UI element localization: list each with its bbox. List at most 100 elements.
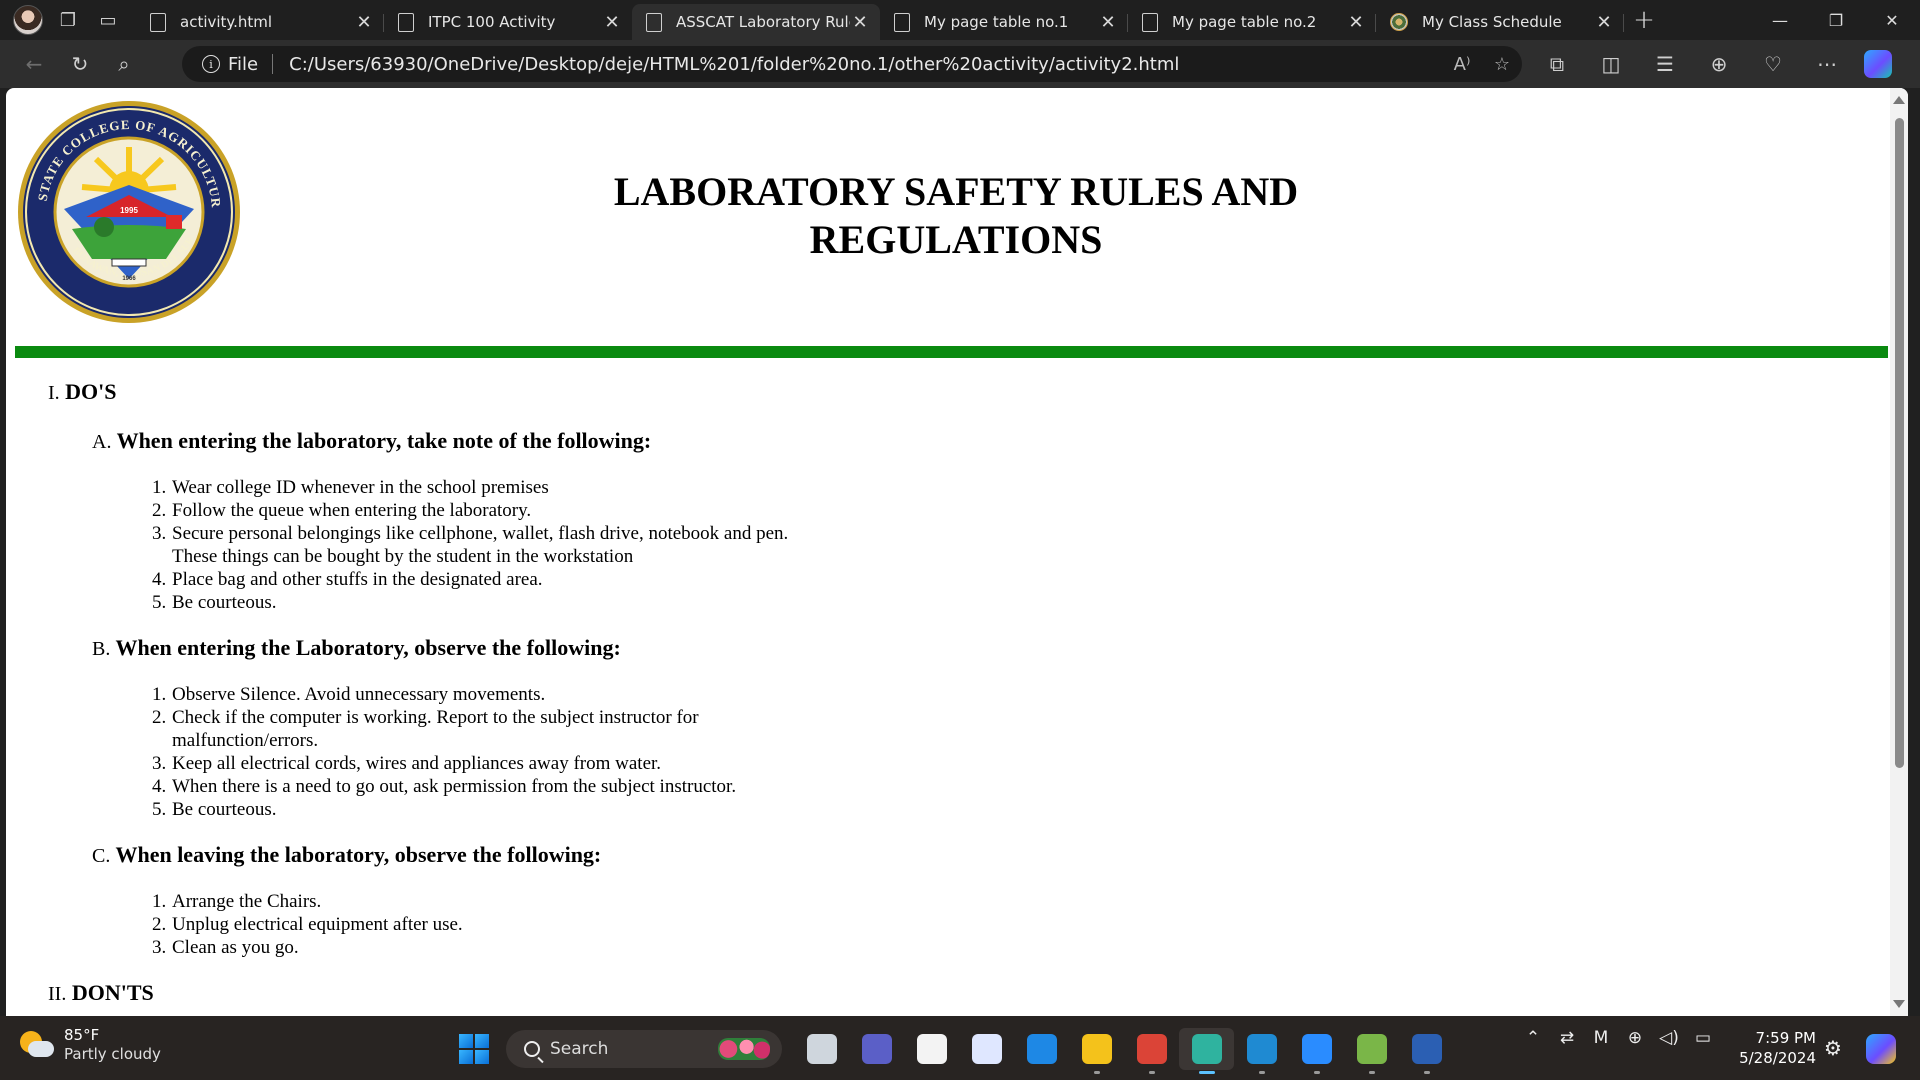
close-tab-icon[interactable]: ✕ — [1098, 12, 1118, 33]
chrome-icon — [1136, 1034, 1167, 1064]
section-heading: C. When leaving the laboratory, observe … — [92, 841, 1348, 870]
store-app[interactable] — [904, 1028, 959, 1070]
extensions-icon[interactable]: ⧉ — [1530, 44, 1584, 84]
close-tab-icon[interactable]: ✕ — [602, 12, 622, 33]
page-viewport: STATE COLLEGE OF AGRICULTURE BUNAWAN, AG… — [6, 88, 1908, 1016]
rule-number: 3. — [152, 523, 167, 544]
workspaces-icon[interactable]: ❐ — [48, 0, 88, 40]
rule-item: 1. Observe Silence. Avoid unnecessary mov… — [152, 683, 1348, 706]
word-app[interactable] — [1399, 1028, 1454, 1074]
more-options-icon[interactable]: ⋯ — [1800, 44, 1854, 84]
back-button[interactable]: ← — [12, 44, 56, 84]
rule-item: 3. Secure personal belongings like cellph… — [152, 522, 1348, 568]
rule-text: Keep all electrical cords, wires and app… — [172, 753, 662, 774]
paint-app[interactable] — [1289, 1028, 1344, 1074]
browser-essentials-icon[interactable]: ♡ — [1746, 44, 1800, 84]
collections-icon[interactable]: ⊕ — [1692, 44, 1746, 84]
profile-button[interactable] — [8, 0, 48, 40]
copilot-icon[interactable] — [1864, 50, 1892, 78]
tab-separator — [1623, 14, 1624, 32]
battery-icon[interactable]: ▭ — [1686, 1028, 1720, 1048]
tab-4[interactable]: My page table no.1 ✕ — [880, 4, 1128, 40]
rule-text: Observe Silence. Avoid unnecessary movem… — [172, 684, 546, 705]
pinned-apps — [794, 1028, 1454, 1074]
rule-item: 5. Be courteous. — [152, 591, 1348, 614]
clock-date: 5/28/2024 — [1739, 1049, 1816, 1067]
close-tab-icon[interactable]: ✕ — [1346, 12, 1366, 33]
edge-app[interactable] — [1179, 1028, 1234, 1074]
chrome-app[interactable] — [1124, 1028, 1179, 1074]
vscode-app[interactable] — [1234, 1028, 1289, 1074]
show-hidden-icons-icon[interactable]: ⌃ — [1516, 1028, 1550, 1048]
close-tab-icon[interactable]: ✕ — [1594, 12, 1614, 33]
scrollbar-thumb[interactable] — [1895, 118, 1904, 768]
college-seal-logo: STATE COLLEGE OF AGRICULTURE BUNAWAN, AG… — [16, 99, 240, 323]
file-explorer-app[interactable] — [1069, 1028, 1124, 1074]
running-indicator — [1368, 1071, 1375, 1074]
rule-number: 2. — [152, 914, 167, 935]
info-icon[interactable]: i — [202, 55, 220, 73]
new-tab-button[interactable]: + — [1624, 0, 1664, 40]
url-text[interactable]: C:/Users/63930/OneDrive/Desktop/deje/HTM… — [289, 54, 1442, 75]
rule-item: 4. Place bag and other stuffs in the desi… — [152, 568, 1348, 591]
seal-year-bottom: 1966 — [122, 276, 136, 282]
weather-widget[interactable]: 85°F Partly cloudy — [20, 1026, 161, 1064]
address-bar[interactable]: i File C:/Users/63930/OneDrive/Desktop/d… — [182, 46, 1522, 82]
notepad-app[interactable] — [1344, 1028, 1399, 1074]
volume-icon[interactable]: ◁) — [1652, 1028, 1686, 1048]
vertical-scrollbar[interactable] — [1890, 88, 1908, 1016]
tab-2[interactable]: ITPC 100 Activity ✕ — [384, 4, 632, 40]
page-title-line-2: REGULATIONS — [809, 217, 1103, 262]
tab-actions-icon[interactable]: ▭ — [88, 0, 128, 40]
rule-item: 5. Be courteous. — [152, 798, 1348, 821]
tab-3[interactable]: ASSCAT Laboratory Rules ✕ — [632, 4, 880, 40]
system-tray: ⌃ ⇄ M ⊕ ◁) ▭ — [1516, 1028, 1720, 1048]
minimize-button[interactable]: — — [1752, 0, 1808, 40]
rule-number: 5. — [152, 592, 167, 613]
page-title-line-1: LABORATORY SAFETY RULES AND — [613, 169, 1299, 214]
rule-item: 2. Follow the queue when entering the lab… — [152, 499, 1348, 522]
tab-6[interactable]: My Class Schedule ✕ — [1376, 4, 1624, 40]
mail-app[interactable] — [959, 1028, 1014, 1070]
chat-icon — [1026, 1034, 1057, 1064]
notifications-icon[interactable]: ⚙ — [1824, 1036, 1842, 1060]
favorites-icon[interactable]: ☰ — [1638, 44, 1692, 84]
teams-app[interactable] — [849, 1028, 904, 1070]
tab-title: My Class Schedule — [1422, 13, 1562, 31]
task-view-app[interactable] — [794, 1028, 849, 1070]
copilot-taskbar-icon[interactable] — [1866, 1034, 1896, 1064]
system-clock[interactable]: 7:59 PM 5/28/2024 — [1726, 1028, 1816, 1068]
tab-title: My page table no.2 — [1172, 13, 1317, 31]
close-window-button[interactable]: ✕ — [1864, 0, 1920, 40]
rules-section: B. When entering the Laboratory, observe… — [92, 634, 1348, 821]
section-heading-text: When entering the Laboratory, observe th… — [115, 635, 621, 660]
scroll-down-arrow-icon[interactable] — [1893, 1000, 1905, 1008]
scroll-up-arrow-icon[interactable] — [1893, 96, 1905, 104]
page-icon — [398, 12, 414, 32]
favorite-star-icon[interactable]: ☆ — [1482, 54, 1522, 75]
tray-mail-icon[interactable]: M — [1584, 1028, 1618, 1048]
taskbar-search[interactable]: Search — [506, 1030, 782, 1068]
rule-number: 4. — [152, 776, 167, 797]
tab-5[interactable]: My page table no.2 ✕ — [1128, 4, 1376, 40]
search-tab-icon[interactable]: ⌕ — [102, 44, 146, 84]
network-icon[interactable]: ⊕ — [1618, 1028, 1652, 1048]
tab-1[interactable]: activity.html ✕ — [136, 4, 384, 40]
rule-number: 3. — [152, 937, 167, 958]
tray-app-icon[interactable]: ⇄ — [1550, 1028, 1584, 1048]
rule-text: Be courteous. — [172, 592, 277, 613]
chat-app[interactable] — [1014, 1028, 1069, 1070]
close-tab-icon[interactable]: ✕ — [354, 12, 374, 33]
split-screen-icon[interactable]: ◫ — [1584, 44, 1638, 84]
window-controls: — ❐ ✕ — [1752, 0, 1920, 40]
start-button[interactable] — [459, 1034, 489, 1064]
search-icon — [524, 1041, 540, 1057]
rule-text: Place bag and other stuffs in the design… — [172, 569, 543, 590]
edge-icon — [1191, 1034, 1222, 1064]
refresh-button[interactable]: ↻ — [58, 44, 102, 84]
rule-number: 1. — [152, 477, 167, 498]
restore-button[interactable]: ❐ — [1808, 0, 1864, 40]
seal-year-top: 1995 — [120, 206, 138, 215]
close-tab-icon[interactable]: ✕ — [850, 12, 870, 33]
read-aloud-icon[interactable]: A⁾ — [1442, 54, 1482, 75]
